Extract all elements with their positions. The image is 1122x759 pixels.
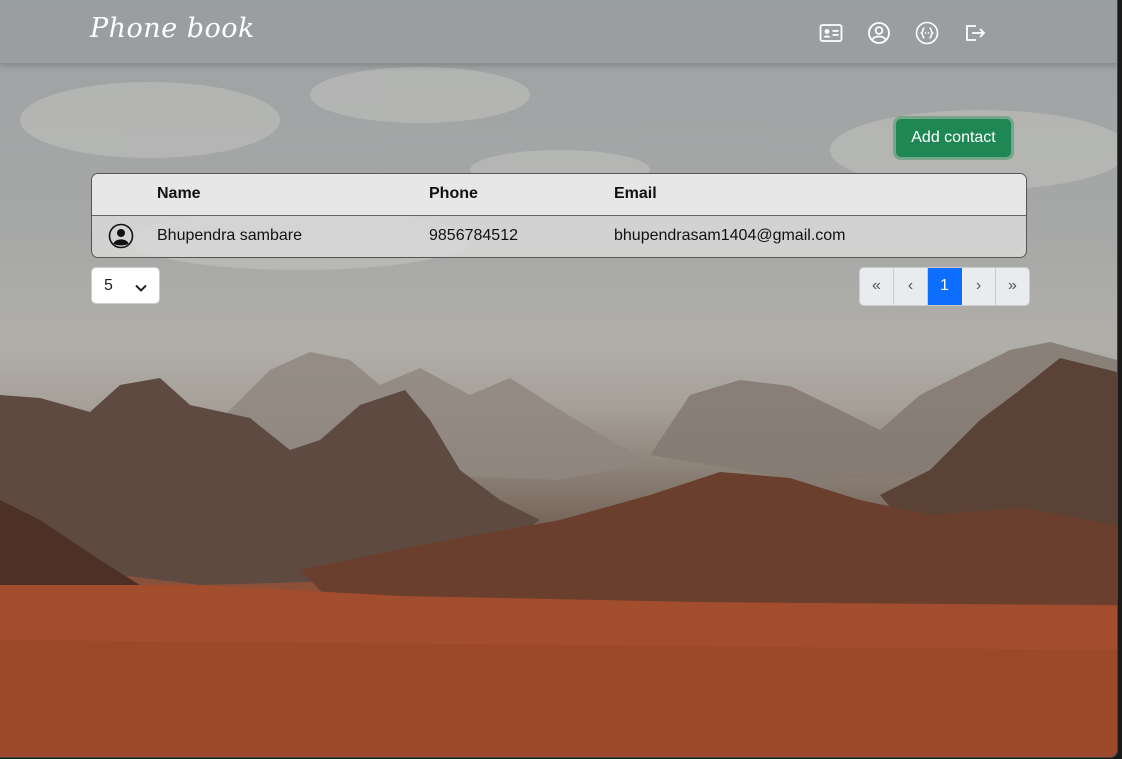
contact-email: bhupendrasam1404@gmail.com <box>614 227 846 245</box>
contacts-table: Name Phone Email Bhupendra sambare 98567… <box>91 173 1027 258</box>
avatar-icon <box>108 223 134 254</box>
table-row[interactable]: Bhupendra sambare 9856784512 bhupendrasa… <box>92 215 1026 257</box>
logout-icon[interactable] <box>963 21 987 45</box>
contact-name: Bhupendra sambare <box>157 227 302 245</box>
page-1-button[interactable]: 1 <box>928 268 962 305</box>
add-contact-button[interactable]: Add contact <box>896 119 1011 157</box>
column-header-phone: Phone <box>429 185 478 203</box>
code-braces-icon[interactable] <box>915 21 939 45</box>
page-size-value: 5 <box>104 277 113 294</box>
last-page-button[interactable]: » <box>996 268 1029 305</box>
prev-page-button[interactable]: ‹ <box>894 268 928 305</box>
navbar: Phone book <box>0 0 1117 63</box>
next-page-button[interactable]: › <box>962 268 996 305</box>
table-header-row: Name Phone Email <box>92 174 1026 215</box>
column-header-email: Email <box>614 185 657 203</box>
brand-logo[interactable]: Phone book <box>90 13 255 44</box>
column-header-name: Name <box>157 185 201 203</box>
column-header-avatar <box>92 174 157 215</box>
first-page-button[interactable]: « <box>860 268 894 305</box>
app-window: Phone book Add contact Name Phone Email … <box>0 0 1118 758</box>
contact-card-icon[interactable] <box>819 21 843 45</box>
desert-background-image <box>0 67 1117 757</box>
pagination: « ‹ 1 › » <box>859 267 1030 306</box>
contact-phone: 9856784512 <box>429 227 518 245</box>
chevron-down-icon <box>134 280 148 298</box>
page-size-select[interactable]: 5 <box>91 267 160 304</box>
user-circle-icon[interactable] <box>867 21 891 45</box>
